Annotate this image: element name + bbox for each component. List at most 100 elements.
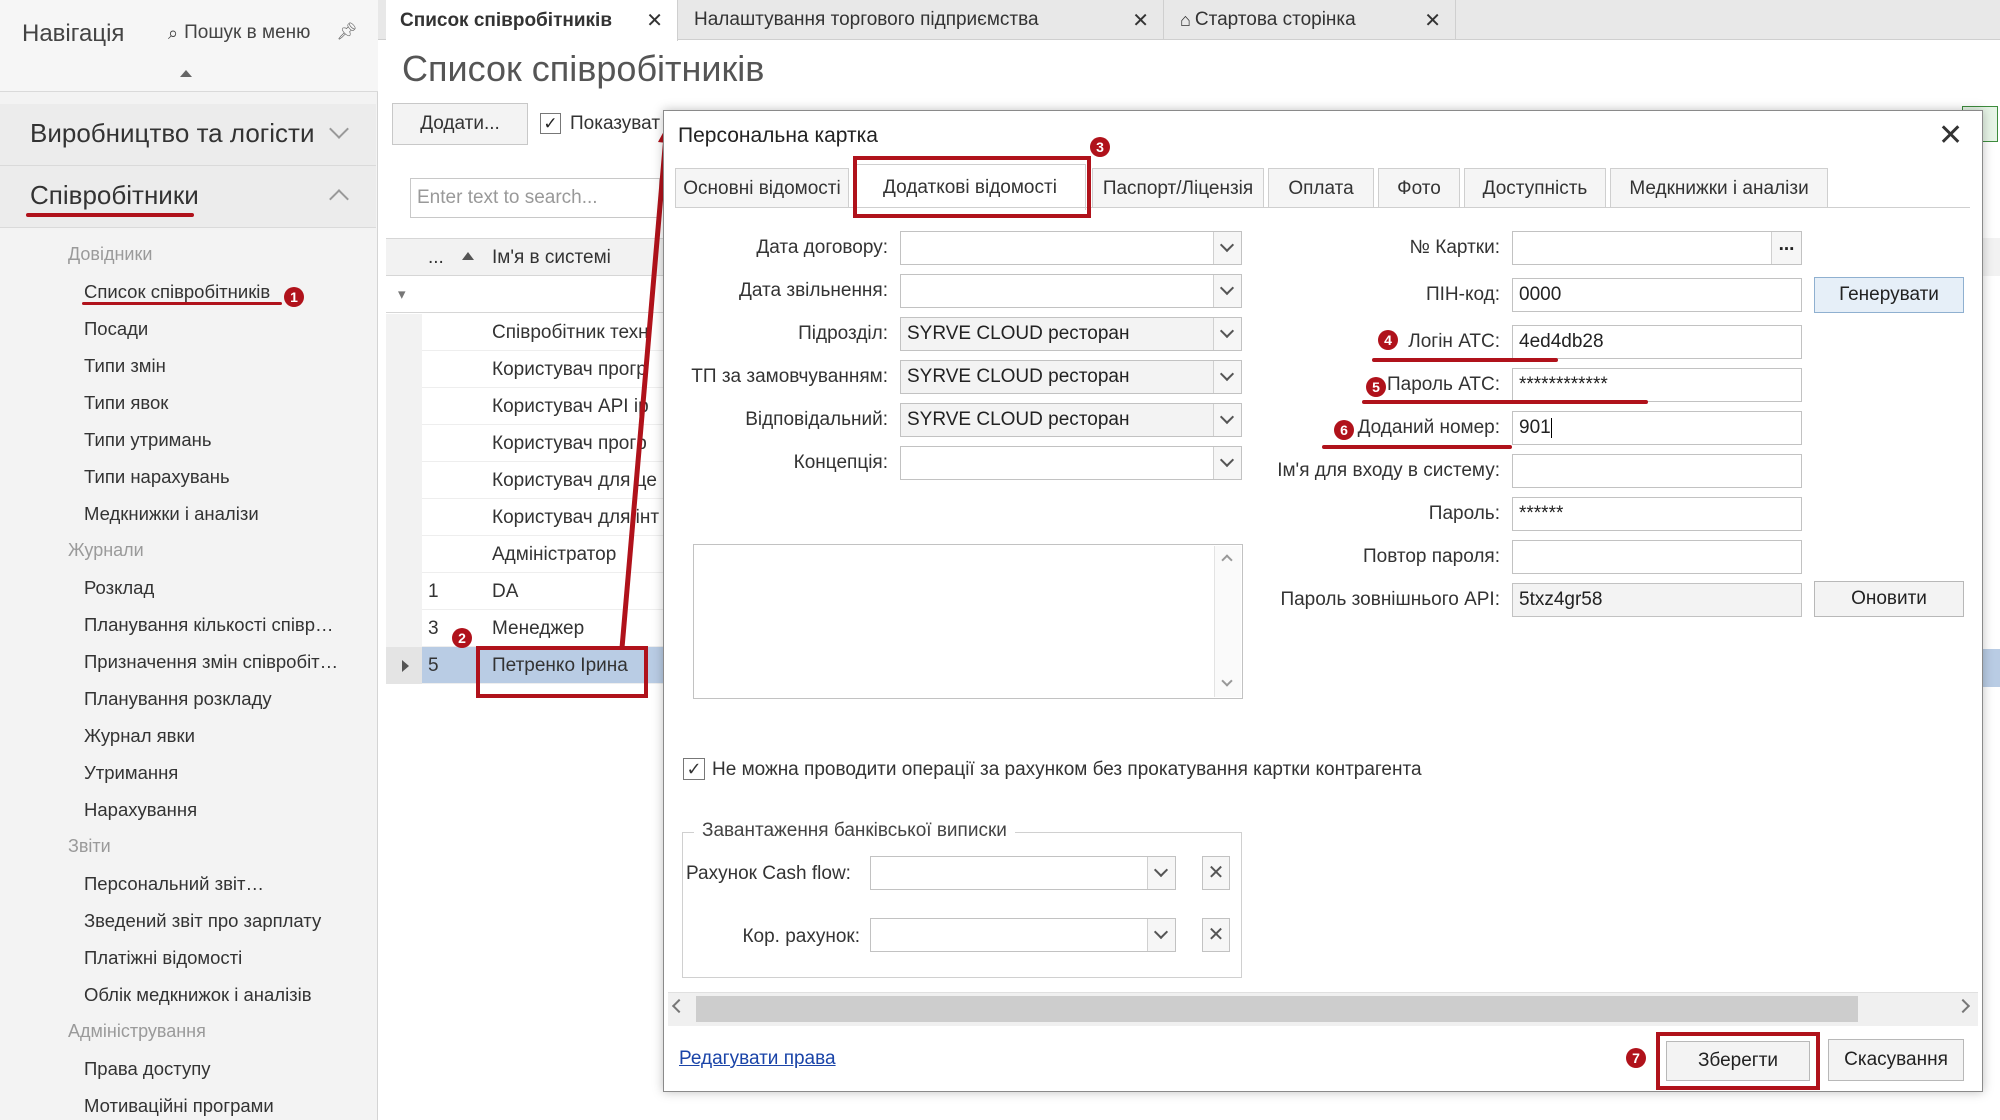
clear-icon[interactable]: ✕	[1202, 856, 1230, 890]
nav-item-schedule[interactable]: Розклад	[84, 577, 154, 599]
tab-photo[interactable]: Фото	[1378, 168, 1460, 208]
nav-group-journals: Журнали	[68, 540, 144, 560]
collapse-up-icon[interactable]	[180, 70, 192, 77]
nav-item-access-rights[interactable]: Права доступу	[84, 1058, 210, 1080]
tab-availability[interactable]: Доступність	[1464, 168, 1606, 208]
dropdown-icon	[1213, 447, 1241, 479]
nav-group-reports: Звіти	[68, 836, 111, 856]
pin-code-field[interactable]: 0000	[1512, 278, 1802, 312]
dropdown-icon	[1213, 232, 1241, 264]
tab-employee-list[interactable]: Список співробітників ✕	[386, 0, 678, 41]
close-icon[interactable]: ✕	[646, 8, 663, 33]
dismissal-date-field[interactable]	[900, 274, 1242, 308]
nav-item-staff-planning[interactable]: Планування кількості співр…	[84, 614, 334, 636]
added-number-field[interactable]: 901	[1512, 411, 1802, 445]
chevron-down-icon	[329, 119, 349, 139]
close-icon[interactable]: ✕	[1132, 8, 1149, 33]
cor-account-field[interactable]	[870, 918, 1176, 952]
annotation-marker-6: 6	[1334, 420, 1354, 440]
nav-group-directories: Довідники	[68, 244, 153, 264]
nav-item-personal-report[interactable]: Персональний звіт…	[84, 873, 264, 895]
responsible-field[interactable]: SYRVE CLOUD ресторан	[900, 403, 1242, 437]
password-field[interactable]: ******	[1512, 497, 1802, 531]
bank-statement-group-title: Завантаження банківської виписки	[694, 820, 1015, 842]
clear-icon[interactable]: ✕	[1202, 918, 1230, 952]
department-field[interactable]: SYRVE CLOUD ресторан	[900, 317, 1242, 351]
nav-item-deductions[interactable]: Утримання	[84, 762, 178, 784]
column-dots[interactable]: ...	[428, 247, 444, 269]
annotation-marker-5: 5	[1366, 377, 1386, 397]
notes-textarea[interactable]	[693, 544, 1243, 699]
close-icon[interactable]: ✕	[1424, 8, 1441, 33]
nav-item-employee-list[interactable]: Список співробітників	[84, 281, 270, 303]
close-icon[interactable]: ✕	[1938, 118, 1963, 153]
menu-search-button[interactable]: ⌕ Пошук в меню	[168, 22, 310, 44]
add-button[interactable]: Додати...	[392, 103, 528, 145]
nav-item-medical-records[interactable]: Медкнижки і аналізи	[84, 503, 259, 525]
annotation-box-save	[1656, 1032, 1820, 1090]
pin-icon[interactable]: 📌︎	[336, 22, 358, 42]
nav-item-shift-assignment[interactable]: Призначення змін співробіт…	[84, 651, 338, 673]
dropdown-icon	[1213, 361, 1241, 393]
nav-item-attendance-journal[interactable]: Журнал явки	[84, 725, 195, 747]
nav-item-salary-report[interactable]: Зведений звіт про зарплату	[84, 910, 321, 932]
require-card-checkbox-label: Не можна проводити операції за рахунком …	[712, 759, 1422, 780]
nav-item-medical-accounting[interactable]: Облік медкнижок і аналізів	[84, 984, 312, 1006]
nav-section-employees[interactable]: Співробітники	[0, 166, 376, 228]
nav-item-payroll-sheets[interactable]: Платіжні відомості	[84, 947, 242, 969]
tab-label: Стартова сторінка	[1194, 9, 1356, 30]
tab-label: Список співробітників	[400, 9, 612, 31]
contract-date-field[interactable]	[900, 231, 1242, 265]
require-card-checkbox[interactable]: ✓	[683, 758, 705, 780]
tab-payment[interactable]: Оплата	[1268, 168, 1374, 208]
tab-medical-records[interactable]: Медкнижки і аналізи	[1610, 168, 1828, 208]
ats-login-label: Логін АТС:	[1408, 331, 1500, 352]
annotation-underline	[1372, 358, 1558, 362]
tab-passport-license[interactable]: Паспорт/Ліцензія	[1092, 168, 1264, 208]
nav-item-positions[interactable]: Посади	[84, 318, 148, 340]
default-tp-field[interactable]: SYRVE CLOUD ресторан	[900, 360, 1242, 394]
cashflow-account-field[interactable]	[870, 856, 1176, 890]
external-api-password-field[interactable]: 5txz4gr58	[1512, 583, 1802, 617]
card-number-field[interactable]: ...	[1512, 231, 1802, 265]
nav-item-accruals[interactable]: Нарахування	[84, 799, 197, 821]
column-name-header[interactable]: Ім'я в системі	[492, 247, 611, 269]
generate-button[interactable]: Генерувати	[1814, 277, 1964, 313]
ats-password-field[interactable]: ************	[1512, 368, 1802, 402]
concept-field[interactable]	[900, 446, 1242, 480]
home-icon: ⌂	[1180, 9, 1191, 30]
repeat-password-field[interactable]	[1512, 540, 1802, 574]
nav-item-deduction-types[interactable]: Типи утримань	[84, 429, 212, 451]
nav-item-motivation-programs[interactable]: Мотиваційні програми	[84, 1095, 274, 1117]
nav-item-schedule-planning[interactable]: Планування розкладу	[84, 688, 272, 710]
nav-item-attendance-types[interactable]: Типи явок	[84, 392, 168, 414]
concept-label: Концепція:	[793, 452, 888, 473]
dismissal-date-label: Дата звільнення:	[739, 280, 888, 301]
page-title: Список співробітників	[402, 48, 765, 89]
edit-rights-link[interactable]: Редагувати права	[679, 1048, 836, 1070]
annotation-underline	[1322, 445, 1512, 449]
nav-item-accrual-types[interactable]: Типи нарахувань	[84, 466, 230, 488]
login-name-field[interactable]	[1512, 454, 1802, 488]
show-checkbox[interactable]: ✓	[540, 113, 561, 134]
nav-item-shift-types[interactable]: Типи змін	[84, 355, 166, 377]
external-api-password-label: Пароль зовнішнього API:	[1280, 589, 1500, 610]
card-select-button[interactable]: ...	[1771, 232, 1801, 264]
scrollbar-thumb[interactable]	[696, 996, 1858, 1022]
default-tp-label: ТП за замовчуванням:	[691, 366, 888, 387]
ats-login-field[interactable]: 4ed4db28	[1512, 325, 1802, 359]
nav-section-production[interactable]: Виробництво та логісти	[0, 104, 376, 166]
current-row-icon	[402, 660, 409, 672]
navigation-title: Навігація	[22, 20, 125, 47]
filter-icon[interactable]: ▾	[398, 285, 406, 303]
tab-basic-info[interactable]: Основні відомості	[675, 168, 849, 208]
annotation-underline	[1362, 400, 1648, 404]
cancel-button[interactable]: Скасування	[1828, 1039, 1964, 1081]
repeat-password-label: Повтор пароля:	[1362, 546, 1500, 567]
tab-start-page[interactable]: ⌂ Стартова сторінка ✕	[1166, 0, 1456, 40]
update-button[interactable]: Оновити	[1814, 581, 1964, 617]
tab-trade-enterprise-settings[interactable]: Налаштування торгового підприємства ✕	[680, 0, 1164, 40]
annotation-marker-7: 7	[1626, 1048, 1646, 1068]
notes-scrollbar[interactable]	[1214, 546, 1241, 697]
chevron-up-icon	[329, 189, 349, 209]
